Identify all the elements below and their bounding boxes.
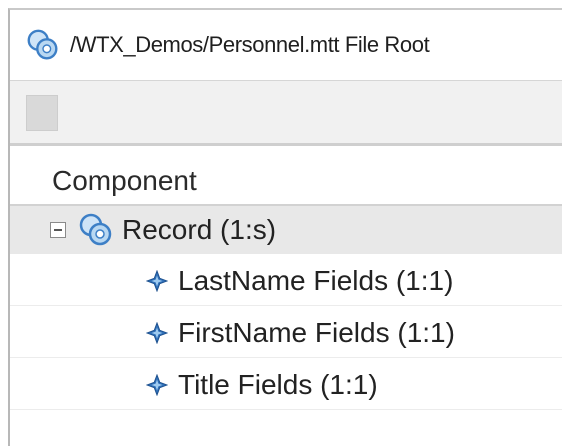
tree-row-title[interactable]: Title Fields (1:1) [10, 360, 562, 410]
toolbar-button[interactable] [26, 95, 58, 131]
tree-row-label: Title Fields (1:1) [178, 368, 378, 400]
group-icon [79, 213, 112, 246]
field-icon [146, 321, 168, 344]
toolbar [10, 80, 562, 146]
type-tree-window: /WTX_Demos/Personnel.mtt File Root Compo… [8, 8, 562, 446]
tree-row-lastname[interactable]: LastName Fields (1:1) [10, 256, 562, 306]
tree-row-record[interactable]: Record (1:s) [10, 204, 562, 254]
window-title: /WTX_Demos/Personnel.mtt File Root [70, 32, 430, 57]
group-icon [27, 29, 58, 60]
column-header-component: Component [52, 165, 197, 196]
tree-row-label: LastName Fields (1:1) [178, 264, 454, 296]
collapse-toggle-icon[interactable] [50, 222, 66, 238]
field-icon [146, 269, 168, 292]
tree-row-firstname[interactable]: FirstName Fields (1:1) [10, 308, 562, 358]
tree-row-label: FirstName Fields (1:1) [178, 316, 455, 348]
window-titlebar: /WTX_Demos/Personnel.mtt File Root [10, 10, 562, 80]
field-icon [146, 373, 168, 396]
tree-row-label: Record (1:s) [122, 214, 277, 245]
component-tree: Component Record (1:s) LastName Fields (… [10, 146, 562, 446]
